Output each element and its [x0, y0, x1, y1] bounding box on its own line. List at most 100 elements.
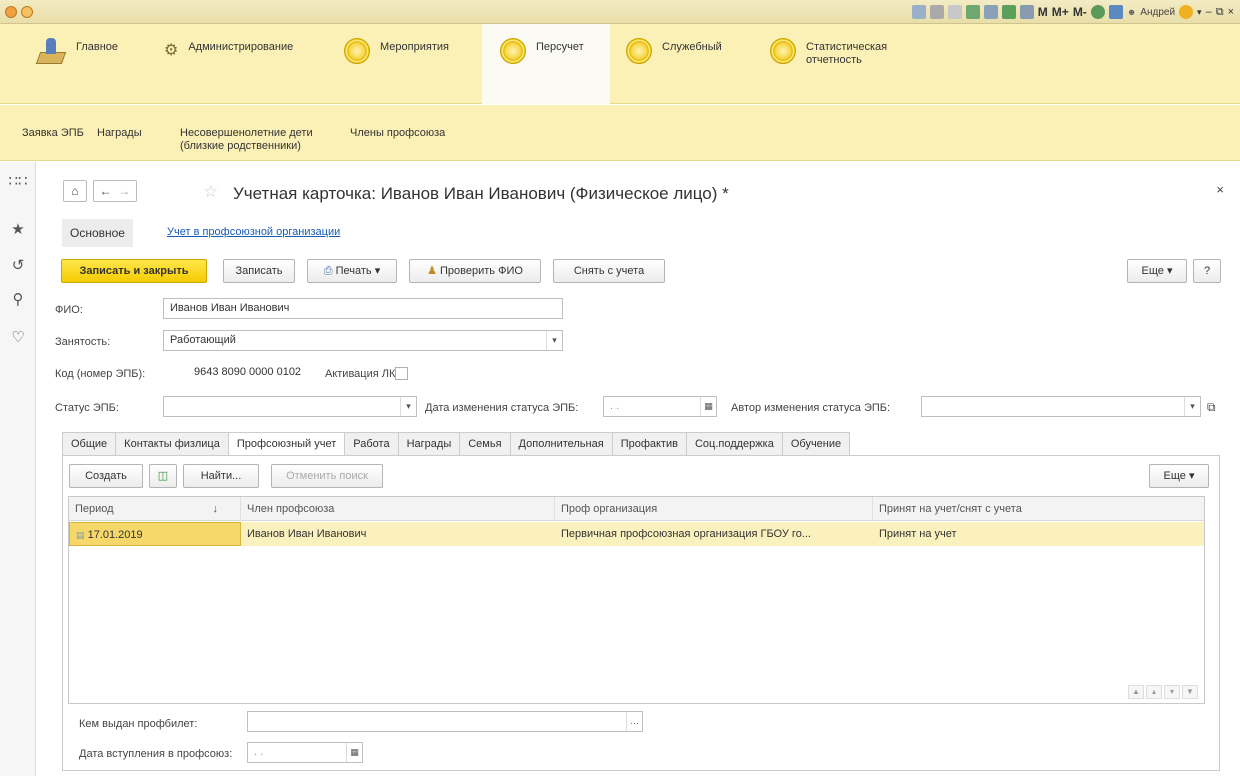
column-member[interactable]: Член профсоюза	[241, 497, 555, 521]
code-field[interactable]: 9643 8090 0000 0102	[185, 362, 321, 383]
tab-union-activists[interactable]: Профактив	[612, 432, 687, 456]
calendar-icon[interactable]: ▦	[700, 397, 716, 416]
calendar-icon[interactable]	[1019, 5, 1034, 19]
minimize-icon[interactable]: –	[1206, 6, 1212, 18]
period-cell[interactable]: ▤ 17.01.2019	[69, 522, 241, 546]
calendar-icon[interactable]: ▦	[346, 743, 362, 762]
tab-work[interactable]: Работа	[345, 432, 399, 456]
section-personnel[interactable]: Персучет	[482, 24, 610, 104]
subnav-epb-request[interactable]: Заявка ЭПБ	[22, 127, 84, 140]
ellipsis-icon[interactable]: …	[626, 712, 642, 731]
zoom-icon[interactable]	[1090, 5, 1105, 19]
tab-social-support[interactable]: Соц.поддержка	[686, 432, 783, 456]
section-main[interactable]: Главное	[35, 24, 156, 104]
favorite-star-icon[interactable]: ☆	[203, 182, 218, 202]
tab-general[interactable]: Общие	[62, 432, 117, 456]
deregister-button[interactable]: Снять с учета	[553, 259, 665, 283]
tab-contacts[interactable]: Контакты физлица	[116, 432, 229, 456]
fio-field[interactable]: Иванов Иван Иванович	[163, 298, 563, 319]
employment-select[interactable]: Работающий ▾	[163, 330, 563, 351]
dropdown-icon[interactable]: ▾	[546, 331, 562, 350]
window-icon[interactable]	[1108, 5, 1123, 19]
open-icon[interactable]: ⧉	[1207, 400, 1216, 415]
tab-training[interactable]: Обучение	[782, 432, 851, 456]
close-window-icon[interactable]: ×	[1228, 6, 1234, 18]
main-menu-icon[interactable]	[21, 6, 33, 18]
left-toolbar: ∷∷ ★ ↺ ⚲ ♡	[0, 162, 36, 776]
dropdown-icon[interactable]: ▾	[1184, 397, 1200, 416]
home-button[interactable]: ⌂	[63, 180, 87, 202]
column-organization[interactable]: Проф организация	[555, 497, 873, 521]
section-admin[interactable]: ⚙ Администрирование	[164, 24, 334, 104]
preview-icon[interactable]	[947, 5, 962, 19]
status-select[interactable]: ▾	[163, 396, 417, 417]
link-icon[interactable]	[983, 5, 998, 19]
more-button[interactable]: Еще ▾	[1127, 259, 1187, 283]
join-date-field[interactable]: . . ▦	[247, 742, 363, 763]
search-icon[interactable]: ⚲	[0, 290, 36, 308]
activation-checkbox[interactable]	[395, 367, 408, 380]
save-button[interactable]: Записать	[223, 259, 295, 283]
memory-subtract-button[interactable]: M-	[1073, 5, 1087, 19]
subnav-awards[interactable]: Награды	[97, 127, 142, 140]
organization-cell[interactable]: Первичная профсоюзная организация ГБОУ г…	[555, 522, 873, 546]
app-menu-icon[interactable]	[5, 6, 17, 18]
status-author-select[interactable]: ▾	[921, 396, 1201, 417]
page-title: Учетная карточка: Иванов Иван Иванович (…	[233, 184, 729, 203]
tab-awards[interactable]: Награды	[398, 432, 461, 456]
create-button[interactable]: Создать	[69, 464, 143, 488]
ticket-field[interactable]: …	[247, 711, 643, 732]
section-events[interactable]: Мероприятия	[344, 24, 478, 104]
tab-union-accounting[interactable]: Учет в профсоюзной организации	[167, 226, 340, 238]
save-icon[interactable]	[911, 5, 926, 19]
status-date-field[interactable]: . . ▦	[603, 396, 717, 417]
print-icon[interactable]	[929, 5, 944, 19]
subnav-children[interactable]: Несовершенолетние дети (близкие родствен…	[180, 127, 348, 153]
grid-more-button[interactable]: Еще ▾	[1149, 464, 1209, 488]
bell-icon[interactable]: ♡	[0, 328, 36, 346]
tab-union-registry[interactable]: Профсоюзный учет	[228, 432, 346, 456]
dropdown-icon[interactable]: ▾	[400, 397, 416, 416]
save-and-close-button[interactable]: Записать и закрыть	[61, 259, 207, 283]
info-icon[interactable]	[1179, 5, 1194, 19]
back-forward-buttons[interactable]: ← →	[93, 180, 137, 202]
restore-icon[interactable]: ⧉	[1216, 6, 1224, 19]
table-row[interactable]: ▤ 17.01.2019 Иванов Иван Иванович Первич…	[69, 522, 1204, 546]
column-status[interactable]: Принят на учет/снят с учета	[873, 497, 1206, 521]
favorites-star-icon[interactable]: ★	[0, 220, 36, 238]
close-icon[interactable]: ×	[1216, 182, 1224, 197]
memory-button[interactable]: M	[1038, 5, 1048, 19]
print-button[interactable]: ⎙ Печать ▾	[307, 259, 397, 283]
section-stats[interactable]: Статистическая отчетность	[770, 24, 930, 104]
user-name[interactable]: Андрей	[1140, 7, 1175, 18]
find-button[interactable]: Найти...	[183, 464, 259, 488]
scroll-up-icon[interactable]: ▴	[1146, 685, 1162, 699]
dropdown-icon[interactable]: ▾	[1197, 7, 1202, 18]
scroll-top-icon[interactable]: ▲	[1128, 685, 1144, 699]
apps-grid-icon[interactable]: ∷∷	[0, 172, 36, 190]
scroll-bottom-icon[interactable]: ▼	[1182, 685, 1198, 699]
union-registry-table[interactable]: Период ↓ Член профсоюза Проф организация …	[68, 496, 1205, 704]
users-icon[interactable]	[965, 5, 980, 19]
calculator-icon[interactable]	[1001, 5, 1016, 19]
help-button[interactable]: ?	[1193, 259, 1221, 283]
status-label: Статус ЭПБ:	[55, 402, 119, 414]
scroll-down-icon[interactable]: ▾	[1164, 685, 1180, 699]
member-cell[interactable]: Иванов Иван Иванович	[241, 522, 555, 546]
copy-button[interactable]: ◫	[149, 464, 177, 488]
forward-arrow-icon[interactable]: →	[118, 184, 130, 198]
subnav-union-members[interactable]: Члены профсоюза	[350, 127, 445, 140]
section-service[interactable]: Служебный	[626, 24, 756, 104]
status-cell[interactable]: Принят на учет	[873, 522, 1206, 546]
tab-family[interactable]: Семья	[460, 432, 511, 456]
cancel-search-button[interactable]: Отменить поиск	[271, 464, 383, 488]
memory-add-button[interactable]: M+	[1052, 5, 1069, 19]
back-arrow-icon[interactable]: ←	[100, 184, 112, 198]
personnel-icon	[500, 38, 526, 64]
table-header: Период ↓ Член профсоюза Проф организация …	[69, 497, 1204, 521]
column-period[interactable]: Период ↓	[69, 497, 241, 521]
tab-additional[interactable]: Дополнительная	[510, 432, 613, 456]
check-fio-button[interactable]: ♟ Проверить ФИО	[409, 259, 541, 283]
tab-main[interactable]: Основное	[62, 219, 133, 247]
history-icon[interactable]: ↺	[0, 256, 36, 274]
